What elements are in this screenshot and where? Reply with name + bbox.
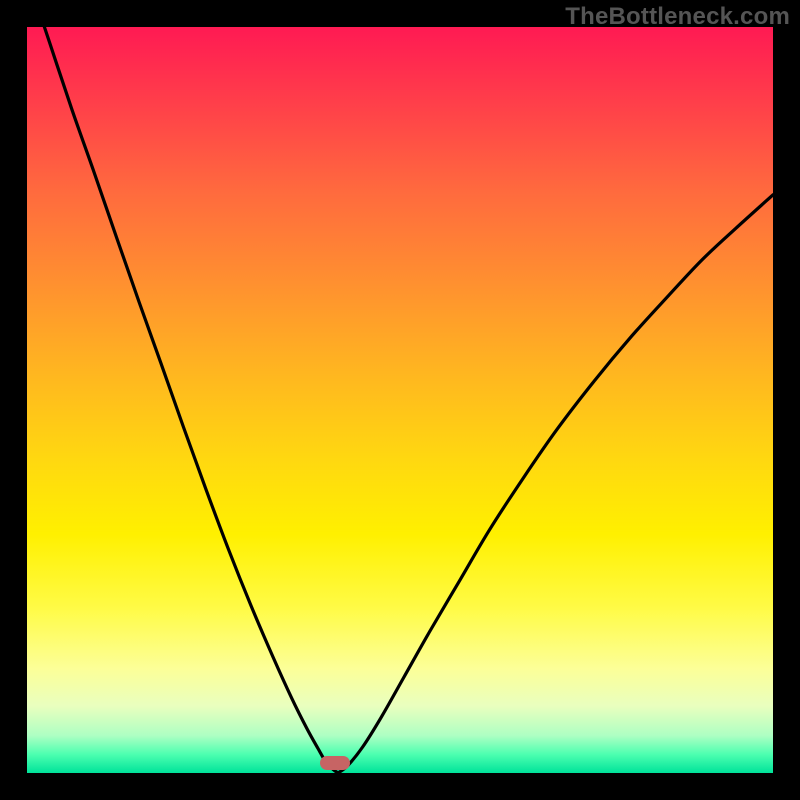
curve-layer bbox=[27, 27, 773, 773]
chart-frame: TheBottleneck.com bbox=[0, 0, 800, 800]
curve-right bbox=[338, 195, 773, 773]
watermark-text: TheBottleneck.com bbox=[565, 3, 790, 31]
curve-left bbox=[27, 27, 338, 773]
optimum-marker bbox=[320, 756, 350, 770]
plot-area bbox=[27, 27, 773, 773]
